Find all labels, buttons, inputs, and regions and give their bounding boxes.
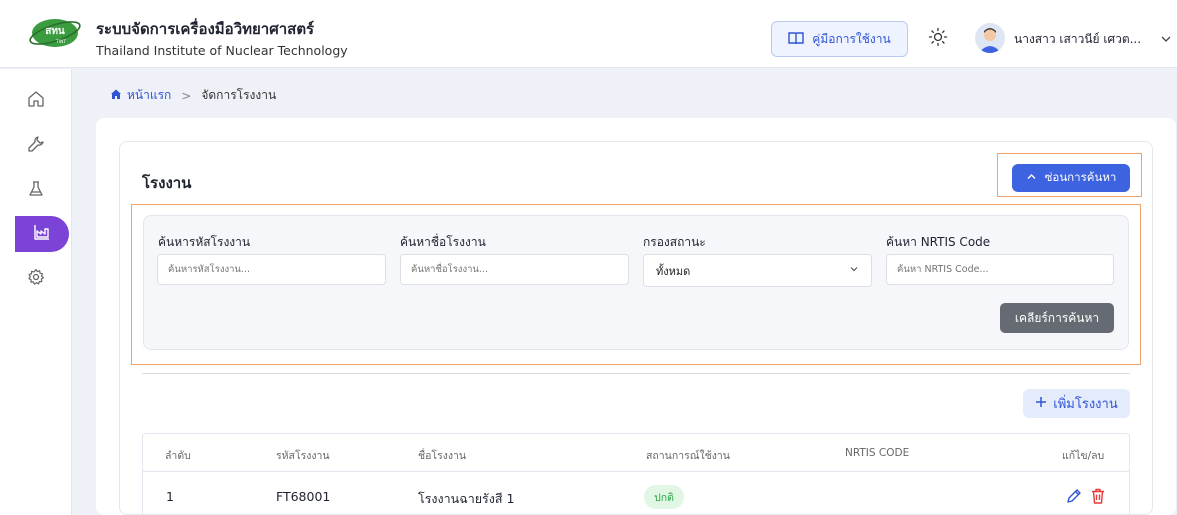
sidebar-item-home[interactable] — [18, 83, 54, 119]
wrench-icon — [27, 135, 45, 157]
tint-logo[interactable]: สทน TINT — [28, 15, 82, 51]
user-name[interactable]: นางสาว เสาวนีย์ เศวต... — [1014, 30, 1141, 49]
sidebar-item-factory[interactable] — [15, 216, 69, 252]
hide-search-label: ซ่อนการค้นหา — [1044, 170, 1117, 184]
chevron-up-icon — [1026, 171, 1037, 185]
column-header-actions: แก้ไข/ลบ — [1062, 450, 1105, 462]
row-code: FT68001 — [276, 489, 331, 504]
section-divider — [142, 373, 1130, 374]
add-factory-button[interactable]: เพิ่มโรงงาน — [1023, 389, 1130, 418]
column-header-status: สถานการณ์ใช้งาน — [646, 450, 730, 462]
status-filter-label: กรองสถานะ — [643, 235, 706, 249]
app-header: สทน TINT ระบบจัดการเครื่องมือวิทยาศาสตร์… — [0, 0, 1177, 68]
factory-code-input[interactable] — [157, 254, 386, 285]
edit-icon[interactable] — [1065, 487, 1083, 505]
sidebar-item-settings[interactable] — [18, 261, 54, 297]
row-name: โรงงานฉายรังสี 1 — [418, 491, 515, 506]
user-avatar[interactable] — [975, 23, 1005, 53]
row-index: 1 — [166, 489, 174, 504]
breadcrumb-home[interactable]: หน้าแรก — [110, 86, 171, 105]
clear-search-button[interactable]: เคลียร์การค้นหา — [1000, 303, 1114, 333]
flask-icon — [27, 180, 45, 202]
breadcrumb-separator: > — [181, 88, 192, 103]
svg-text:TINT: TINT — [55, 39, 66, 45]
breadcrumb-current: จัดการโรงงาน — [201, 88, 277, 102]
plus-icon — [1035, 396, 1047, 412]
status-filter-select[interactable]: ทั้งหมด — [643, 254, 872, 287]
column-header-index: ลำดับ — [165, 450, 191, 462]
status-filter-value: ทั้งหมด — [656, 264, 691, 278]
chevron-down-icon[interactable] — [1160, 30, 1172, 42]
column-header-code: รหัสโรงงาน — [276, 450, 330, 462]
nrtis-code-label: ค้นหา NRTIS Code — [886, 235, 991, 249]
book-icon — [788, 31, 804, 48]
nrtis-code-input[interactable] — [886, 254, 1114, 285]
add-factory-label: เพิ่มโรงงาน — [1053, 397, 1118, 412]
sidebar-item-tools[interactable] — [18, 128, 54, 164]
hide-search-button[interactable]: ซ่อนการค้นหา — [1012, 164, 1130, 192]
factory-name-input[interactable] — [400, 254, 629, 285]
factory-code-label: ค้นหารหัสโรงงาน — [158, 235, 251, 249]
app-subtitle: Thailand Institute of Nuclear Technology — [96, 43, 348, 58]
svg-text:สทน: สทน — [45, 26, 65, 37]
user-manual-label: คู่มือการใช้งาน — [812, 31, 891, 46]
user-manual-button[interactable]: คู่มือการใช้งาน — [771, 21, 908, 57]
home-icon — [110, 88, 122, 103]
delete-icon[interactable] — [1089, 487, 1107, 505]
gear-icon — [27, 268, 45, 290]
factory-icon — [33, 223, 51, 245]
breadcrumb-home-label: หน้าแรก — [127, 88, 172, 102]
breadcrumb: หน้าแรก > จัดการโรงงาน — [110, 86, 276, 105]
table-header-divider — [143, 471, 1129, 472]
status-badge: ปกติ — [644, 485, 684, 509]
page-title: โรงงาน — [142, 174, 192, 192]
column-header-nrtis: NRTIS CODE — [845, 447, 910, 459]
app-title: ระบบจัดการเครื่องมือวิทยาศาสตร์ — [96, 20, 315, 38]
sidebar-item-lab[interactable] — [18, 173, 54, 209]
sun-icon[interactable] — [928, 27, 948, 47]
home-icon — [27, 90, 45, 112]
sidebar — [0, 69, 72, 515]
factory-name-label: ค้นหาชื่อโรงงาน — [400, 235, 486, 249]
chevron-down-icon — [849, 264, 859, 277]
column-header-name: ชื่อโรงงาน — [418, 450, 467, 462]
